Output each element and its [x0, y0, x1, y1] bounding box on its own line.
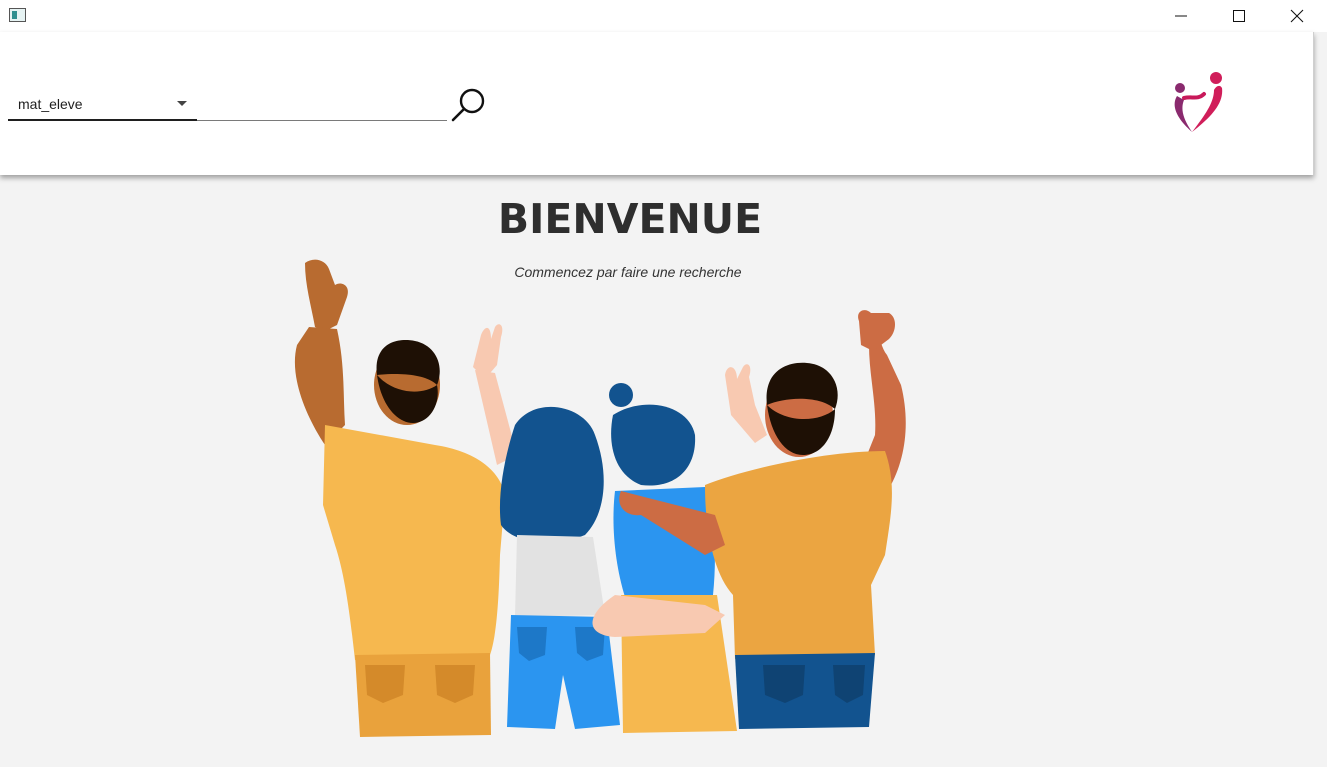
group-of-friends-illustration — [285, 255, 945, 745]
search-input[interactable] — [197, 92, 447, 121]
close-button[interactable] — [1268, 0, 1326, 32]
search-header: mat_eleve — [0, 32, 1314, 175]
maximize-icon — [1233, 10, 1245, 22]
maximize-button[interactable] — [1210, 0, 1268, 32]
search-field-value: mat_eleve — [18, 96, 83, 112]
search-button[interactable] — [450, 84, 490, 124]
minimize-button[interactable] — [1152, 0, 1210, 32]
title-bar — [0, 0, 1327, 32]
app-window-icon — [9, 8, 26, 22]
heart-people-logo — [1170, 68, 1228, 136]
welcome-title: BIENVENUE — [497, 195, 763, 243]
minimize-icon — [1175, 15, 1187, 17]
search-field-dropdown[interactable]: mat_eleve — [8, 92, 197, 121]
close-icon — [1290, 9, 1304, 23]
chevron-down-icon — [177, 101, 187, 106]
search-icon — [451, 88, 485, 122]
